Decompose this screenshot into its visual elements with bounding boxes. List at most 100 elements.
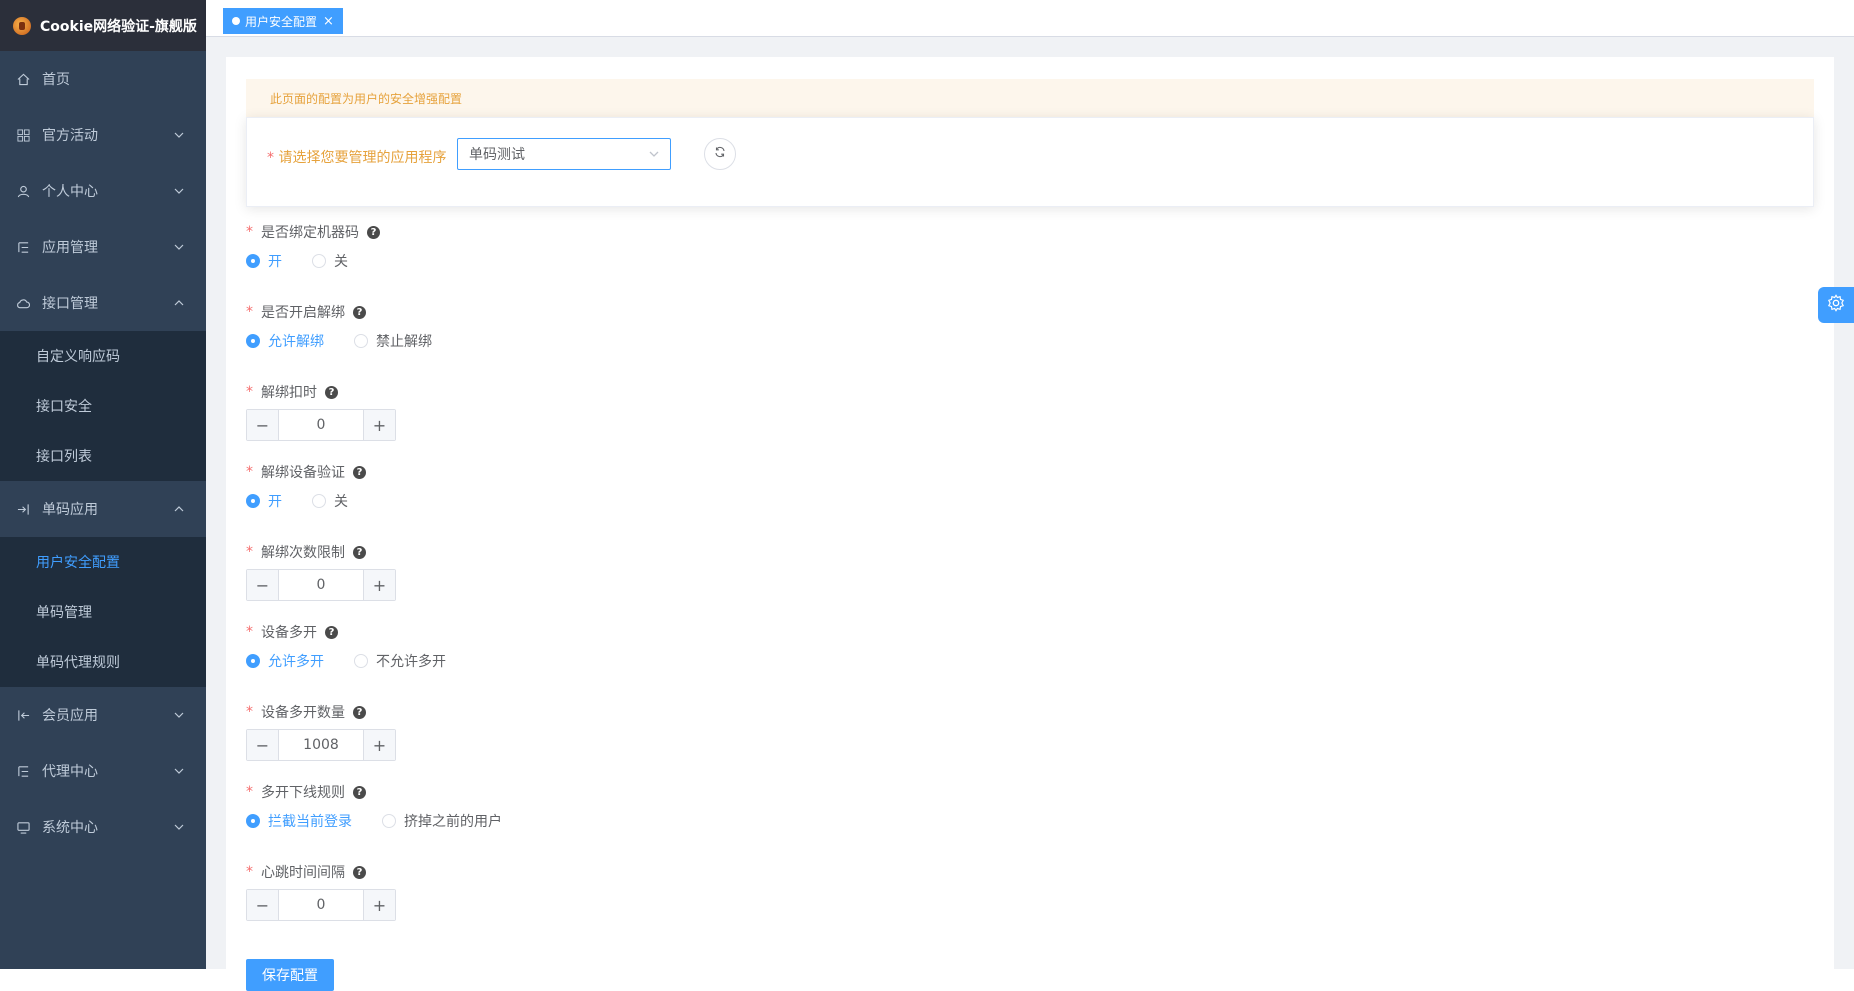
close-icon[interactable]: × <box>323 15 334 28</box>
chevron-down-icon <box>172 708 186 722</box>
field-multi-offline-rule: * 多开下线规则? 拦截当前登录 挤掉之前的用户 <box>246 782 1814 862</box>
help-icon[interactable]: ? <box>353 465 366 479</box>
app-select-value: 单码测试 <box>469 147 525 163</box>
plus-button[interactable]: + <box>363 570 395 600</box>
stepper-value[interactable]: 0 <box>279 890 363 920</box>
content-card: 此页面的配置为用户的安全增强配置 * 请选择您要管理的应用程序 单码测试 * 是否… <box>226 57 1834 991</box>
tags-view-bar: 用户安全配置 × <box>206 0 1854 37</box>
radio-option[interactable]: 关 <box>312 251 348 271</box>
sidebar-item-single-code-app[interactable]: 单码应用 <box>0 481 206 537</box>
submenu-single-code: 用户安全配置 单码管理 单码代理规则 <box>0 537 206 687</box>
help-icon[interactable]: ? <box>325 385 338 399</box>
plus-button[interactable]: + <box>363 410 395 440</box>
active-dot-icon <box>232 17 240 25</box>
gear-icon <box>1827 294 1845 316</box>
heartbeat-interval-stepper: − 0 + <box>246 889 396 921</box>
chevron-up-icon <box>172 296 186 310</box>
chevron-up-icon <box>172 502 186 516</box>
unbind-limit-stepper: − 0 + <box>246 569 396 601</box>
sidebar-item-api-management[interactable]: 接口管理 <box>0 275 206 331</box>
chevron-down-icon <box>648 148 660 160</box>
tree-icon <box>16 764 30 778</box>
minus-button[interactable]: − <box>247 570 279 600</box>
radio-option[interactable]: 拦截当前登录 <box>246 811 352 831</box>
logo-icon <box>13 16 31 35</box>
field-bind-machine: * 是否绑定机器码? 开 关 <box>246 222 1814 302</box>
radio-option[interactable]: 允许解绑 <box>246 331 324 351</box>
sidebar-item-system-center[interactable]: 系统中心 <box>0 799 206 855</box>
field-multi-open-count: * 设备多开数量? − 1008 + <box>246 702 1814 782</box>
sidebar-item-single-code-management[interactable]: 单码管理 <box>0 587 206 637</box>
sidebar-item-single-code-agent-rules[interactable]: 单码代理规则 <box>0 637 206 687</box>
brand-title: Cookie网络验证-旗舰版 <box>40 18 197 35</box>
app-select-panel: * 请选择您要管理的应用程序 单码测试 <box>246 117 1814 207</box>
settings-button[interactable] <box>1818 287 1854 323</box>
brand-header[interactable]: Cookie网络验证-旗舰版 <box>0 0 206 51</box>
radio-option[interactable]: 开 <box>246 491 282 511</box>
chevron-down-icon <box>172 764 186 778</box>
chevron-down-icon <box>172 128 186 142</box>
radio-group-unbind-device-verify: 开 关 <box>246 489 378 513</box>
field-unbind-deduct: * 解绑扣时? − 0 + <box>246 382 1814 462</box>
radio-group-allow-unbind: 允许解绑 禁止解绑 <box>246 329 462 353</box>
help-icon[interactable]: ? <box>353 865 366 879</box>
sidebar-item-home[interactable]: 首页 <box>0 51 206 107</box>
sidebar-item-agent-center[interactable]: 代理中心 <box>0 743 206 799</box>
login-icon <box>16 502 30 516</box>
field-allow-unbind: * 是否开启解绑? 允许解绑 禁止解绑 <box>246 302 1814 382</box>
tag-user-security-config[interactable]: 用户安全配置 × <box>223 8 343 34</box>
cloud-icon <box>16 296 30 310</box>
minus-button[interactable]: − <box>247 730 279 760</box>
help-icon[interactable]: ? <box>325 625 338 639</box>
radio-option[interactable]: 不允许多开 <box>354 651 446 671</box>
plus-button[interactable]: + <box>363 890 395 920</box>
refresh-button[interactable] <box>704 138 736 170</box>
sidebar-item-activities[interactable]: 官方活动 <box>0 107 206 163</box>
tag-label: 用户安全配置 <box>245 14 318 29</box>
help-icon[interactable]: ? <box>367 225 380 239</box>
radio-option[interactable]: 挤掉之前的用户 <box>382 811 502 831</box>
radio-group-multi-open: 允许多开 不允许多开 <box>246 649 476 673</box>
sidebar-item-custom-response-code[interactable]: 自定义响应码 <box>0 331 206 381</box>
radio-option[interactable]: 允许多开 <box>246 651 324 671</box>
radio-option[interactable]: 禁止解绑 <box>354 331 432 351</box>
chevron-down-icon <box>172 820 186 834</box>
radio-option[interactable]: 开 <box>246 251 282 271</box>
sidebar: Cookie网络验证-旗舰版 首页 官方活动 个人中心 应用管理 接口管理 自定… <box>0 0 206 969</box>
stepper-value[interactable]: 0 <box>279 570 363 600</box>
radio-group-bind-machine: 开 关 <box>246 249 378 273</box>
stepper-value[interactable]: 0 <box>279 410 363 440</box>
help-icon[interactable]: ? <box>353 785 366 799</box>
user-icon <box>16 184 30 198</box>
help-icon[interactable]: ? <box>353 305 366 319</box>
help-icon[interactable]: ? <box>353 545 366 559</box>
app-select-label: * 请选择您要管理的应用程序 <box>267 150 447 166</box>
sidebar-item-member-app[interactable]: 会员应用 <box>0 687 206 743</box>
help-icon[interactable]: ? <box>353 705 366 719</box>
unbind-deduct-stepper: − 0 + <box>246 409 396 441</box>
sidebar-item-user-security-config[interactable]: 用户安全配置 <box>0 537 206 587</box>
sidebar-item-app-management[interactable]: 应用管理 <box>0 219 206 275</box>
radio-option[interactable]: 关 <box>312 491 348 511</box>
monitor-icon <box>16 820 30 834</box>
sidebar-item-personal[interactable]: 个人中心 <box>0 163 206 219</box>
chevron-down-icon <box>172 240 186 254</box>
tree-icon <box>16 240 30 254</box>
field-unbind-limit: * 解绑次数限制? − 0 + <box>246 542 1814 622</box>
notice-banner: 此页面的配置为用户的安全增强配置 <box>246 79 1814 117</box>
sidebar-item-api-list[interactable]: 接口列表 <box>0 431 206 481</box>
field-heartbeat-interval: * 心跳时间间隔? − 0 + <box>246 862 1814 942</box>
field-unbind-device-verify: * 解绑设备验证? 开 关 <box>246 462 1814 542</box>
logout-icon <box>16 708 30 722</box>
main-content: 此页面的配置为用户的安全增强配置 * 请选择您要管理的应用程序 单码测试 * 是否… <box>206 37 1854 991</box>
plus-button[interactable]: + <box>363 730 395 760</box>
home-icon <box>16 72 30 86</box>
stepper-value[interactable]: 1008 <box>279 730 363 760</box>
minus-button[interactable]: − <box>247 410 279 440</box>
save-config-button[interactable]: 保存配置 <box>246 959 334 991</box>
security-config-form: * 是否绑定机器码? 开 关 * 是否开启解绑? 允许解绑 禁止解绑 * 解绑扣时? … <box>246 222 1814 942</box>
app-select[interactable]: 单码测试 <box>457 138 671 170</box>
minus-button[interactable]: − <box>247 890 279 920</box>
sidebar-item-api-security[interactable]: 接口安全 <box>0 381 206 431</box>
refresh-icon <box>714 146 726 162</box>
